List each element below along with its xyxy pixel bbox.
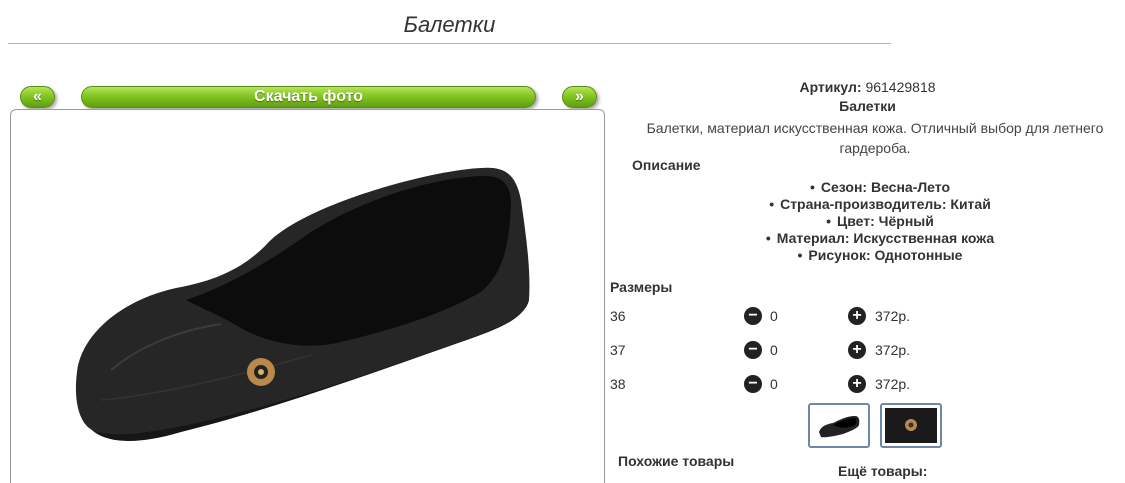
price-value: 372р.: [875, 342, 911, 358]
size-row: 36 − 0 + 372р.: [610, 307, 1125, 327]
property-item: Рисунок: Однотонные: [610, 247, 1125, 264]
product-description: Балетки, материал искусственная кожа. От…: [646, 120, 1104, 156]
download-photo-button[interactable]: Скачать фото: [81, 86, 536, 108]
article-label: Артикул:: [799, 79, 862, 95]
size-value: 38: [610, 376, 626, 392]
shoe-image: [75, 167, 530, 441]
minus-circle-icon[interactable]: −: [744, 375, 762, 393]
plus-circle-icon[interactable]: +: [848, 307, 866, 325]
sizes-heading: Размеры: [610, 279, 673, 295]
page-title: Балетки: [403, 12, 496, 37]
size-value: 37: [610, 342, 626, 358]
detail-thumbnail-image: [885, 408, 937, 443]
size-value: 36: [610, 308, 626, 324]
quantity-value: 0: [770, 308, 778, 324]
thumbnail-2[interactable]: [880, 403, 942, 448]
quantity-value: 0: [770, 376, 778, 392]
article-row: Артикул: 961429818: [610, 79, 1125, 95]
price-value: 372р.: [875, 308, 911, 324]
price-value: 372р.: [875, 376, 911, 392]
next-photo-button[interactable]: »: [562, 86, 597, 108]
property-list: Сезон: Весна-Лето Страна-производитель: …: [610, 179, 1125, 264]
description-heading: Описание: [632, 157, 701, 173]
property-item: Страна-производитель: Китай: [610, 196, 1125, 213]
prev-photo-button[interactable]: «: [20, 86, 55, 108]
thumbnail-1[interactable]: [808, 403, 870, 448]
quantity-value: 0: [770, 342, 778, 358]
plus-circle-icon[interactable]: +: [848, 375, 866, 393]
product-photo[interactable]: [10, 109, 605, 483]
minus-circle-icon[interactable]: −: [744, 307, 762, 325]
product-name: Балетки: [839, 98, 896, 114]
minus-circle-icon[interactable]: −: [744, 341, 762, 359]
similar-products-heading: Похожие товары: [618, 453, 735, 469]
title-divider: [8, 43, 891, 44]
property-item: Сезон: Весна-Лето: [610, 179, 1125, 196]
plus-circle-icon[interactable]: +: [848, 341, 866, 359]
size-row: 37 − 0 + 372р.: [610, 341, 1125, 361]
size-row: 38 − 0 + 372р.: [610, 375, 1125, 395]
more-products-heading: Ещё товары:: [838, 463, 928, 479]
property-item: Цвет: Чёрный: [610, 213, 1125, 230]
article-value: 961429818: [865, 79, 936, 95]
property-item: Материал: Искусственная кожа: [610, 230, 1125, 247]
shoe-thumbnail-image: [819, 416, 860, 438]
